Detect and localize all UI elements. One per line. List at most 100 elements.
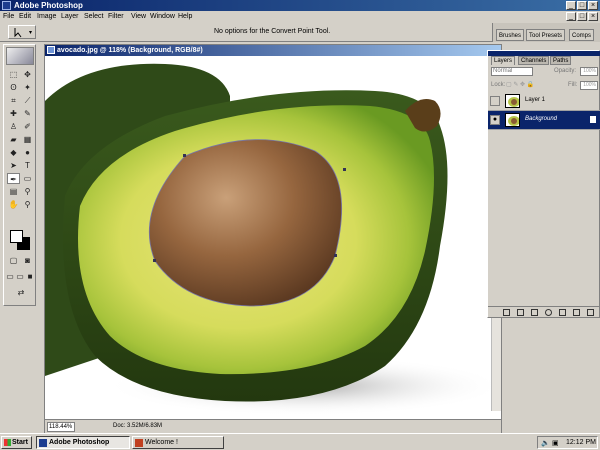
layer-name: Layer 1: [525, 97, 546, 103]
start-label: Start: [12, 439, 28, 446]
tab-tool-presets[interactable]: Tool Presets: [526, 29, 566, 41]
dodge-tool-icon[interactable]: ●: [21, 147, 34, 158]
menu-edit[interactable]: Edit: [19, 11, 31, 22]
foreground-color-swatch[interactable]: [10, 230, 23, 243]
marquee-tool-icon[interactable]: ⬚: [7, 69, 20, 80]
jump-to-imageready-icon[interactable]: ⇄: [13, 287, 29, 298]
document-size-info[interactable]: Doc: 3.52M/6.83M: [113, 423, 162, 429]
eraser-tool-icon[interactable]: ▰: [7, 134, 20, 145]
clock[interactable]: 12:12 PM: [566, 437, 596, 448]
layer-thumbnail: [505, 94, 520, 108]
options-bar-message: No options for the Convert Point Tool.: [214, 28, 331, 35]
layers-palette: Layers Channels Paths Normal Opacity: 10…: [487, 50, 600, 318]
screen-mode-standard-icon[interactable]: ▭: [5, 271, 15, 282]
image-canvas[interactable]: [45, 56, 501, 421]
path-selection-icon[interactable]: ➤: [7, 160, 20, 171]
windows-logo-icon: [4, 439, 11, 446]
pen-tool-icon[interactable]: ✒: [7, 173, 20, 184]
speaker-icon[interactable]: 🔈: [541, 439, 550, 447]
path-anchor-point[interactable]: [334, 254, 337, 257]
blend-mode-select[interactable]: Normal: [491, 67, 533, 76]
tab-layers[interactable]: Layers: [491, 56, 516, 65]
magic-wand-icon[interactable]: ✦: [21, 82, 34, 93]
layer-name: Background: [525, 116, 558, 122]
close-button[interactable]: ×: [588, 1, 598, 10]
menu-select[interactable]: Select: [84, 11, 103, 22]
photoshop-icon: [39, 439, 47, 447]
tab-brushes[interactable]: Brushes: [496, 29, 525, 41]
doc-restore-button[interactable]: □: [577, 12, 587, 21]
link-layers-icon[interactable]: [503, 309, 510, 316]
zoom-tool-icon[interactable]: ⚲: [21, 199, 34, 210]
menu-file[interactable]: File: [3, 11, 14, 22]
tab-comps[interactable]: Comps: [569, 29, 595, 41]
taskbar-item-photoshop[interactable]: Adobe Photoshop: [36, 436, 130, 449]
menu-view[interactable]: View: [131, 11, 146, 22]
history-brush-icon[interactable]: ✐: [21, 121, 34, 132]
trash-icon[interactable]: [587, 309, 594, 316]
convert-point-icon: [14, 28, 32, 38]
taskbar-item-label: Adobe Photoshop: [49, 439, 110, 446]
layer-thumbnail: [505, 113, 520, 127]
opacity-field[interactable]: 100%: [580, 67, 598, 76]
minimize-button[interactable]: _: [566, 1, 576, 10]
path-anchor-point[interactable]: [183, 154, 186, 157]
blur-tool-icon[interactable]: ◆: [7, 147, 20, 158]
fill-field[interactable]: 100%: [580, 81, 598, 90]
notes-tool-icon[interactable]: ▤: [7, 186, 20, 197]
document-icon: [47, 46, 55, 54]
menu-help[interactable]: Help: [178, 11, 192, 22]
screen-mode-full-icon[interactable]: ■: [25, 271, 35, 282]
healing-brush-icon[interactable]: ✚: [7, 108, 20, 119]
type-tool-icon[interactable]: T: [21, 160, 34, 171]
path-anchor-point[interactable]: [153, 259, 156, 262]
layers-palette-actions: [488, 306, 600, 317]
adobe-feather-icon[interactable]: [6, 47, 34, 65]
start-button[interactable]: Start: [1, 436, 32, 449]
standard-mode-icon[interactable]: ▢: [7, 255, 20, 266]
move-tool-icon[interactable]: ✥: [21, 69, 34, 80]
brush-tool-icon[interactable]: ✎: [21, 108, 34, 119]
network-icon[interactable]: ▣: [552, 439, 559, 447]
menu-layer[interactable]: Layer: [61, 11, 79, 22]
document-title-bar: avocado.jpg @ 118% (Background, RGB/8#): [45, 45, 501, 56]
gradient-tool-icon[interactable]: ▦: [21, 134, 34, 145]
adjustment-layer-icon[interactable]: [545, 309, 552, 316]
maximize-button[interactable]: □: [577, 1, 587, 10]
new-layer-icon[interactable]: [573, 309, 580, 316]
taskbar-item-label: Welcome !: [145, 439, 178, 446]
tool-preset-picker[interactable]: [8, 25, 36, 39]
document-title: avocado.jpg @ 118% (Background, RGB/8#): [57, 47, 203, 54]
layer-visibility-toggle[interactable]: [490, 96, 500, 106]
tab-paths[interactable]: Paths: [550, 56, 572, 65]
eyedropper-icon[interactable]: ⚲: [21, 186, 34, 197]
shape-tool-icon[interactable]: ▭: [21, 173, 34, 184]
eye-icon[interactable]: ●: [490, 115, 500, 125]
layer-row[interactable]: Layer 1: [488, 92, 600, 111]
menu-filter[interactable]: Filter: [108, 11, 124, 22]
new-group-icon[interactable]: [559, 309, 566, 316]
crop-tool-icon[interactable]: ⌗: [7, 95, 20, 106]
doc-minimize-button[interactable]: _: [566, 12, 576, 21]
quick-mask-icon[interactable]: ◙: [21, 255, 34, 266]
layer-style-icon[interactable]: [517, 309, 524, 316]
tab-channels[interactable]: Channels: [518, 56, 550, 65]
path-anchor-point[interactable]: [343, 168, 346, 171]
layer-row[interactable]: ● Background: [488, 111, 600, 130]
screen-mode-full-menu-icon[interactable]: ▭: [15, 271, 25, 282]
taskbar-item-welcome[interactable]: Welcome !: [132, 436, 224, 449]
clone-stamp-icon[interactable]: ♙: [7, 121, 20, 132]
zoom-level-field[interactable]: 118.44%: [47, 422, 75, 432]
options-bar: No options for the Convert Point Tool. B…: [0, 22, 600, 42]
doc-close-button[interactable]: ×: [588, 12, 598, 21]
menu-image[interactable]: Image: [37, 11, 56, 22]
slice-tool-icon[interactable]: ⟋: [21, 95, 34, 106]
welcome-icon: [135, 439, 143, 447]
layer-mask-icon[interactable]: [531, 309, 538, 316]
lock-icons[interactable]: ▢ ✎ ✥ 🔒: [506, 81, 534, 88]
hand-tool-icon[interactable]: ✋: [7, 199, 20, 210]
document-window: avocado.jpg @ 118% (Background, RGB/8#): [44, 44, 502, 434]
menu-window[interactable]: Window: [150, 11, 175, 22]
avocado-image: [45, 63, 501, 416]
lasso-tool-icon[interactable]: ʘ: [7, 82, 20, 93]
